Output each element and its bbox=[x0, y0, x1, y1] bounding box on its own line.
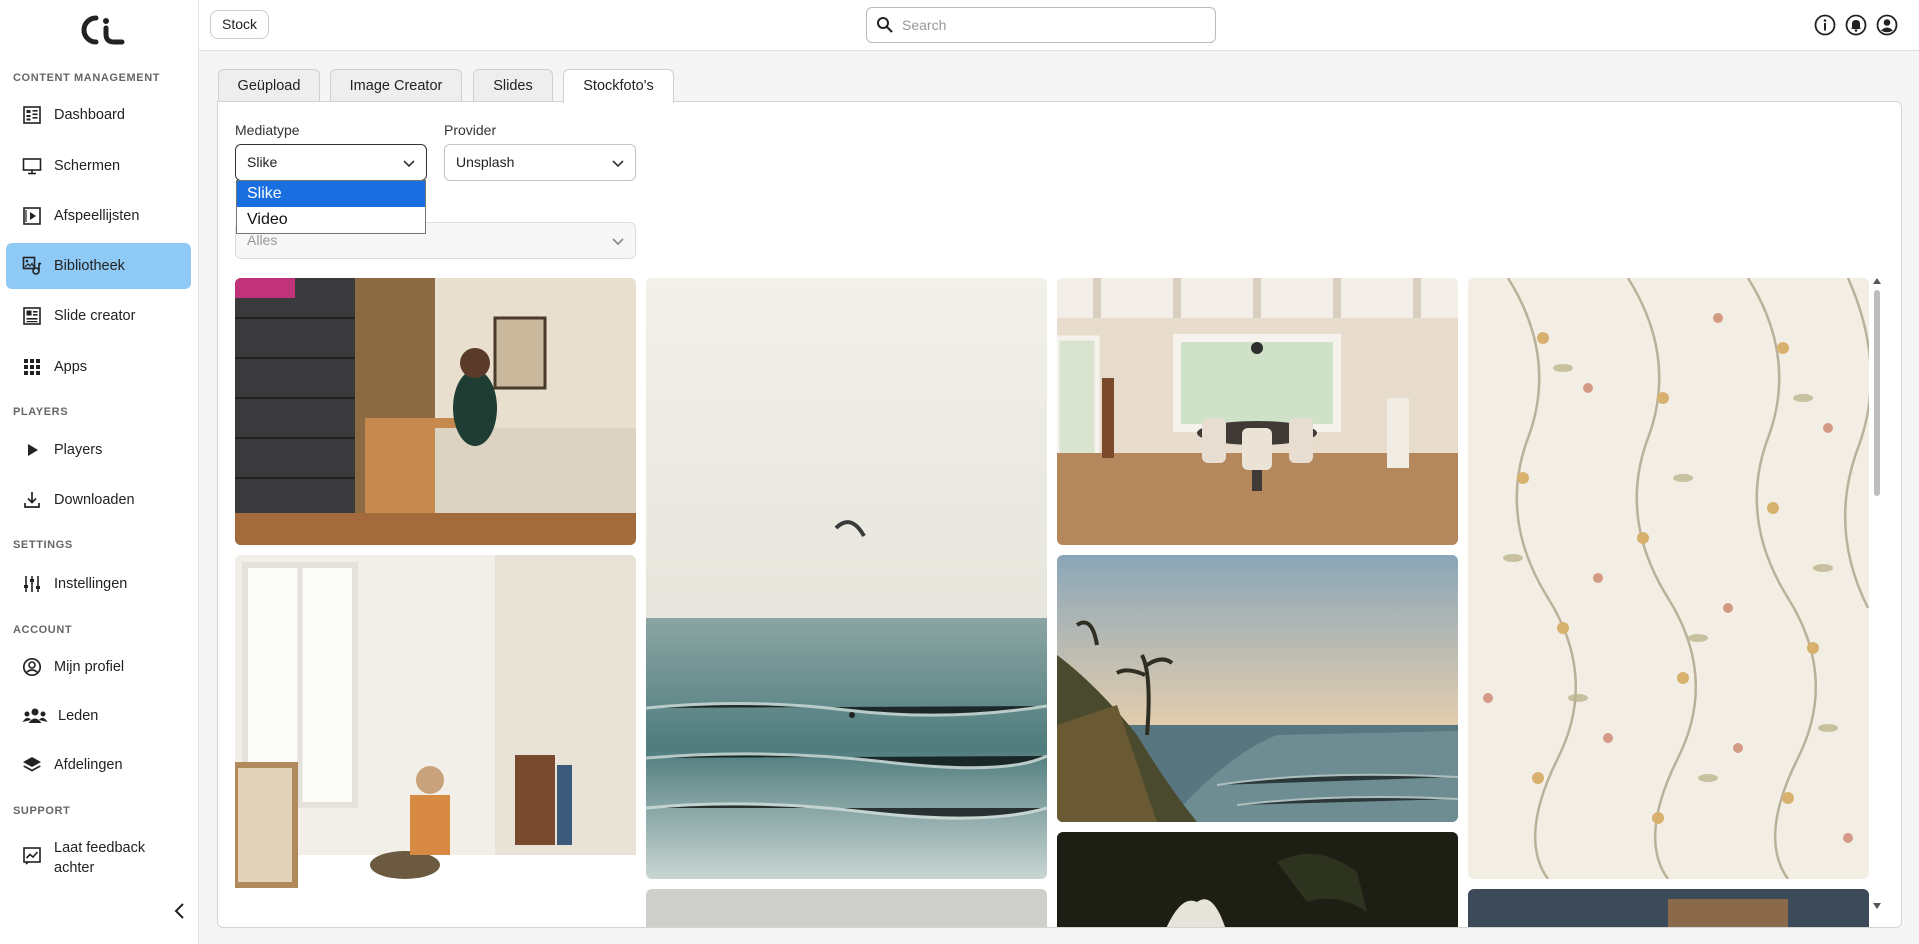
play-icon bbox=[22, 440, 42, 460]
stock-photos-panel: Mediatype Slike Provider Unsplash Alles … bbox=[217, 101, 1902, 928]
search-box[interactable] bbox=[866, 7, 1216, 43]
sidebar-item-apps[interactable]: Apps bbox=[6, 344, 191, 390]
info-icon[interactable] bbox=[1813, 13, 1837, 37]
chevron-down-icon bbox=[612, 238, 624, 246]
mediatype-select[interactable]: Slike bbox=[235, 144, 427, 181]
feedback-chart-icon bbox=[22, 846, 42, 866]
search-input[interactable] bbox=[902, 17, 1202, 33]
section-account: ACCOUNT bbox=[13, 624, 73, 636]
notification-bell-icon[interactable] bbox=[1844, 13, 1868, 37]
download-icon bbox=[22, 490, 42, 510]
sidebar-item-feedback[interactable]: Laat feedback achter bbox=[6, 831, 191, 879]
monitor-icon bbox=[22, 156, 42, 176]
sidebar: CONTENT MANAGEMENT Dashboard Schermen Af… bbox=[0, 0, 199, 944]
chevron-down-icon bbox=[612, 160, 624, 168]
layers-icon bbox=[22, 755, 42, 775]
mediatype-label: Mediatype bbox=[235, 122, 300, 138]
feedback-label-line-2: achter bbox=[54, 860, 95, 876]
dropdown-option-video[interactable]: Video bbox=[237, 207, 425, 233]
provider-label: Provider bbox=[444, 122, 497, 138]
sidebar-item-afdelingen[interactable]: Afdelingen bbox=[6, 742, 191, 788]
stock-image-col2-next[interactable] bbox=[646, 889, 1047, 927]
provider-selected-value: Unsplash bbox=[456, 154, 515, 170]
stock-image-window-shelf[interactable] bbox=[235, 555, 636, 927]
feedback-label-line-1: Laat feedback bbox=[54, 840, 146, 856]
user-circle-icon bbox=[22, 657, 42, 677]
sidebar-item-afspeellijsten[interactable]: Afspeellijsten bbox=[6, 193, 191, 239]
sidebar-item-label: Downloaden bbox=[54, 492, 135, 508]
sidebar-item-players[interactable]: Players bbox=[6, 427, 191, 473]
sidebar-item-label: Schermen bbox=[54, 158, 121, 174]
sidebar-item-label: Afspeellijsten bbox=[54, 208, 140, 224]
sidebar-item-label: Dashboard bbox=[54, 107, 125, 123]
sidebar-item-label: Leden bbox=[58, 708, 99, 724]
dashboard-icon bbox=[22, 105, 42, 125]
sidebar-item-label: Mijn profiel bbox=[54, 659, 125, 675]
sidebar-item-dashboard[interactable]: Dashboard bbox=[6, 92, 191, 138]
app-logo[interactable] bbox=[72, 12, 126, 48]
sidebar-item-label: Afdelingen bbox=[54, 757, 123, 773]
collapse-sidebar-chevron-left-icon[interactable] bbox=[170, 901, 190, 921]
tab-stockfotos[interactable]: Stockfoto's bbox=[563, 69, 674, 103]
sidebar-item-label: Slide creator bbox=[54, 308, 136, 324]
search-icon bbox=[877, 17, 893, 33]
sidebar-item-label: Players bbox=[54, 442, 103, 458]
stock-image-col4-next[interactable] bbox=[1468, 889, 1869, 927]
scrollbar-thumb[interactable] bbox=[1874, 290, 1880, 496]
tab-slides[interactable]: Slides bbox=[473, 69, 553, 102]
sidebar-item-label: Instellingen bbox=[54, 576, 128, 592]
sidebar-item-mijn-profiel[interactable]: Mijn profiel bbox=[6, 644, 191, 690]
slide-creator-icon bbox=[22, 306, 42, 326]
sidebar-item-leden[interactable]: Leden bbox=[6, 693, 191, 739]
grid-scrollbar[interactable] bbox=[1872, 276, 1882, 911]
sliders-icon bbox=[22, 574, 42, 594]
category-selected-value: Alles bbox=[247, 232, 278, 248]
section-support: SUPPORT bbox=[13, 805, 71, 817]
account-avatar-icon[interactable] bbox=[1875, 13, 1899, 37]
sidebar-item-schermen[interactable]: Schermen bbox=[6, 143, 191, 189]
users-icon bbox=[22, 706, 48, 726]
tab-image-creator[interactable]: Image Creator bbox=[330, 69, 462, 102]
chevron-down-icon bbox=[403, 160, 415, 168]
section-players: PLAYERS bbox=[13, 406, 69, 418]
dropdown-option-slike[interactable]: Slike bbox=[237, 181, 425, 207]
stock-image-home-office[interactable] bbox=[235, 278, 636, 545]
stock-image-grid bbox=[235, 276, 1875, 927]
stock-image-dining-room[interactable] bbox=[1057, 278, 1458, 545]
media-library-icon bbox=[22, 256, 42, 276]
sidebar-item-instellingen[interactable]: Instellingen bbox=[6, 561, 191, 607]
stock-image-ocean-kite[interactable] bbox=[646, 278, 1047, 879]
scroll-down-arrow-icon[interactable] bbox=[1872, 901, 1882, 911]
apps-grid-icon bbox=[22, 357, 42, 377]
sidebar-item-label: Laat feedback achter bbox=[54, 838, 145, 878]
section-settings: SETTINGS bbox=[13, 539, 73, 551]
mediatype-dropdown-list: Slike Video bbox=[236, 180, 426, 234]
sidebar-item-label: Bibliotheek bbox=[54, 258, 125, 274]
scroll-up-arrow-icon[interactable] bbox=[1872, 276, 1882, 286]
stock-image-coast-sunset[interactable] bbox=[1057, 555, 1458, 822]
sidebar-item-bibliotheek[interactable]: Bibliotheek bbox=[6, 243, 191, 289]
top-bar: Stock bbox=[199, 0, 1919, 51]
stock-image-floral-pattern[interactable] bbox=[1468, 278, 1869, 879]
playlist-icon bbox=[22, 206, 42, 226]
mediatype-selected-value: Slike bbox=[247, 154, 278, 170]
breadcrumb[interactable]: Stock bbox=[210, 10, 270, 39]
stock-image-cave-dark[interactable] bbox=[1057, 832, 1458, 927]
sidebar-item-slide-creator[interactable]: Slide creator bbox=[6, 293, 191, 339]
tab-geupload[interactable]: Geüpload bbox=[218, 69, 320, 102]
sidebar-item-label: Apps bbox=[54, 359, 88, 375]
sidebar-item-downloaden[interactable]: Downloaden bbox=[6, 477, 191, 523]
provider-select[interactable]: Unsplash bbox=[444, 144, 636, 181]
section-content-management: CONTENT MANAGEMENT bbox=[13, 72, 161, 84]
